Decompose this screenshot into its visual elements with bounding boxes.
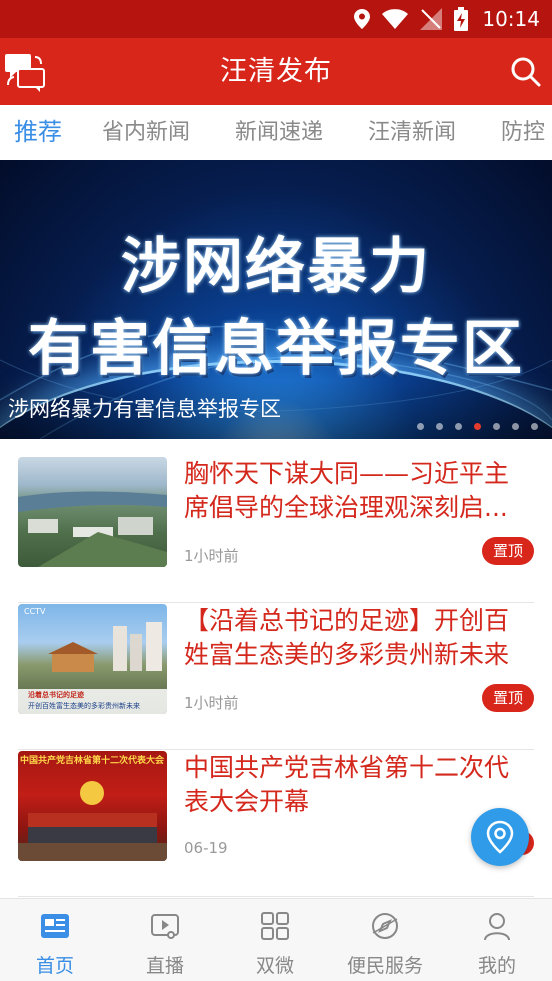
- no-signal-icon: [420, 8, 443, 30]
- carousel-dot-active[interactable]: [474, 423, 481, 430]
- nav-profile[interactable]: 我的: [442, 899, 552, 981]
- pinned-badge: 置顶: [482, 537, 534, 565]
- banner-caption[interactable]: 涉网络暴力有害信息举报专区: [8, 393, 281, 423]
- news-time: 1小时前: [184, 694, 239, 712]
- news-thumbnail: [18, 457, 167, 567]
- page-title: 汪清发布: [220, 56, 332, 87]
- nav-dual-micro[interactable]: 双微: [220, 899, 330, 981]
- location-icon: [354, 9, 371, 29]
- nav-live[interactable]: 直播: [110, 899, 220, 981]
- category-tabs: 推荐 省内新闻 新闻速递 汪清新闻 防控: [0, 105, 552, 160]
- app-header: 汪清发布: [0, 38, 552, 105]
- thumb-caption: 开创百姓富生态美的多彩贵州新未来: [28, 702, 140, 710]
- news-time: 1小时前: [184, 547, 239, 565]
- search-icon[interactable]: [510, 56, 542, 88]
- wifi-icon: [382, 9, 409, 29]
- news-title[interactable]: 【沿着总书记的足迹】开创百姓富生态美的多彩贵州新未来: [184, 604, 529, 672]
- live-video-icon: [151, 914, 179, 939]
- thumb-banner-text: 中国共产党吉林省第十二次代表大会: [20, 756, 165, 766]
- thumb-logo: CCTV: [24, 607, 46, 616]
- pinned-badge: 置顶: [482, 684, 534, 712]
- tab-news-express[interactable]: 新闻速递: [235, 105, 323, 160]
- tab-provincial-news[interactable]: 省内新闻: [102, 105, 190, 160]
- carousel-dot[interactable]: [512, 423, 519, 430]
- news-thumbnail: CCTV 沿着总书记的足迹 开创百姓富生态美的多彩贵州新未来: [18, 604, 167, 714]
- status-bar: 10:14: [0, 0, 552, 38]
- home-news-icon: [41, 914, 69, 938]
- nav-public-services[interactable]: 便民服务: [330, 899, 440, 981]
- bottom-navigation: 首页 直播 双微 便民服务 我的: [0, 898, 552, 981]
- news-thumbnail: 中国共产党吉林省第十二次代表大会: [18, 751, 167, 861]
- banner-headline-line1: 涉网络暴力: [121, 232, 431, 302]
- map-pin-icon: [486, 820, 514, 854]
- tab-epidemic-control[interactable]: 防控: [501, 105, 545, 160]
- grid-apps-icon: [261, 912, 289, 940]
- tab-wangqing-news[interactable]: 汪清新闻: [368, 105, 456, 160]
- battery-charging-icon: [454, 7, 469, 31]
- compass-icon: [372, 913, 398, 939]
- nav-label: 我的: [477, 955, 516, 977]
- banner-headline-line2: 有害信息举报专区: [28, 314, 524, 384]
- floating-location-button[interactable]: [471, 808, 529, 866]
- nav-label: 首页: [35, 955, 74, 977]
- carousel-dot[interactable]: [417, 423, 424, 430]
- news-title[interactable]: 胸怀天下谋大同——习近平主席倡导的全球治理观深刻启...: [184, 457, 529, 525]
- status-time: 10:14: [482, 7, 540, 31]
- status-icons: 10:14: [354, 0, 540, 38]
- tab-recommend[interactable]: 推荐: [14, 105, 62, 160]
- thumb-caption: 沿着总书记的足迹: [28, 691, 84, 699]
- carousel-dot[interactable]: [455, 423, 462, 430]
- carousel-dot[interactable]: [493, 423, 500, 430]
- user-icon: [484, 913, 510, 941]
- news-list-item[interactable]: CCTV 沿着总书记的足迹 开创百姓富生态美的多彩贵州新未来 【沿着总书记的足迹…: [18, 604, 534, 750]
- carousel-dot[interactable]: [436, 423, 443, 430]
- news-list-item[interactable]: 中国共产党吉林省第十二次代表大会 中国共产党吉林省第十二次代表大会开幕 06-1…: [18, 751, 534, 897]
- congress-photo-placeholder: [18, 781, 167, 861]
- news-list-item[interactable]: 胸怀天下谋大同——习近平主席倡导的全球治理观深刻启... 1小时前 置顶: [18, 457, 534, 603]
- carousel-dot[interactable]: [531, 423, 538, 430]
- aerial-photo-placeholder: [18, 491, 167, 567]
- news-time: 06-19: [184, 839, 228, 857]
- nav-label: 双微: [255, 955, 294, 977]
- nav-home[interactable]: 首页: [0, 899, 110, 981]
- nav-label: 便民服务: [346, 955, 423, 977]
- nav-label: 直播: [145, 955, 184, 977]
- carousel-indicator: [417, 423, 538, 430]
